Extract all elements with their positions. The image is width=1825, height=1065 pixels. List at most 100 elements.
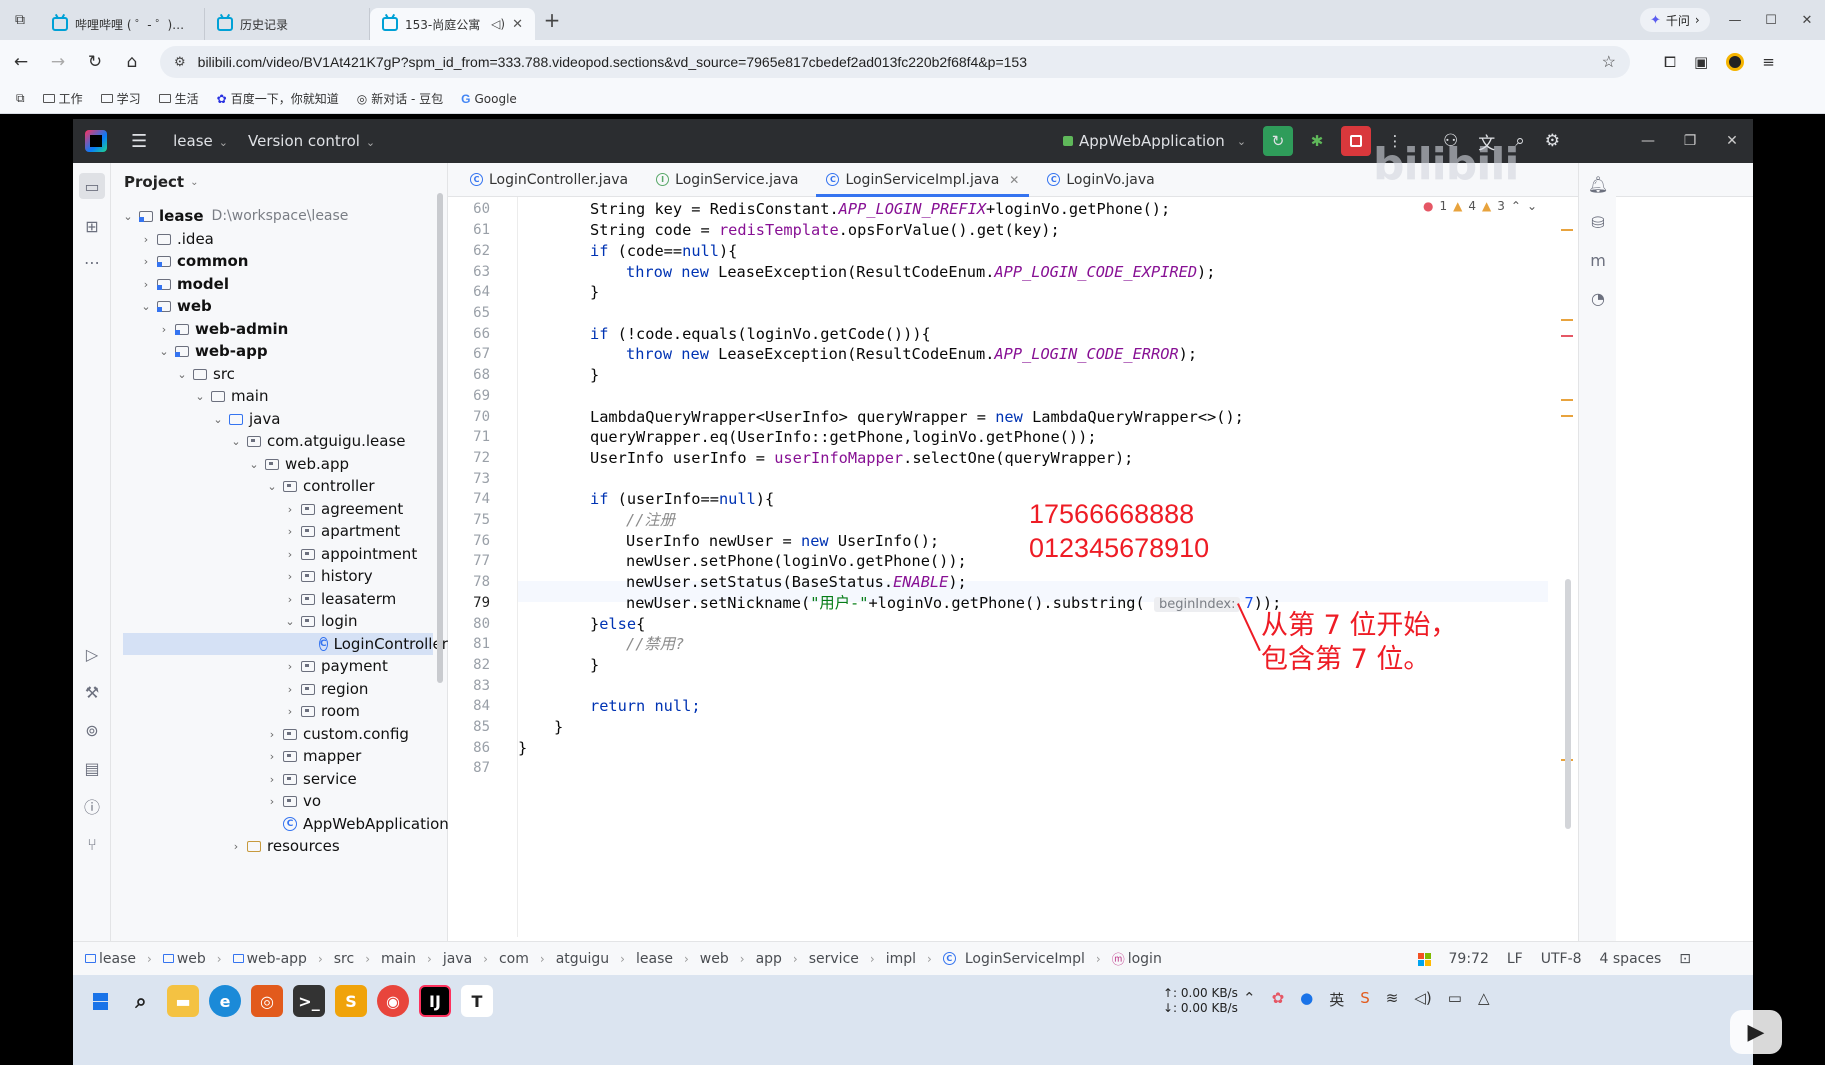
tree-item[interactable]: › leasaterm — [283, 588, 396, 610]
breadcrumb-item[interactable]: main — [381, 951, 416, 967]
settings-icon[interactable]: ⚙ — [1545, 131, 1560, 151]
breadcrumb-item[interactable]: atguigu — [556, 951, 609, 967]
file-explorer-icon[interactable]: ▬ — [167, 985, 199, 1017]
tree-item[interactable]: › room — [283, 700, 360, 722]
editor-tab-active[interactable]: C LoginServiceImpl.java ✕ — [816, 163, 1030, 197]
browser-tab[interactable]: 历史记录 — [205, 8, 370, 40]
editor-tab[interactable]: C LoginVo.java — [1037, 163, 1164, 197]
inspection-widget[interactable]: ● 1 ▲ 4 ▲ 3 ⌃ ⌄ — [1423, 199, 1537, 213]
run-icon[interactable]: ▷ — [79, 641, 105, 667]
sublime-icon[interactable]: S — [335, 985, 367, 1017]
new-tab-button[interactable]: + — [535, 8, 569, 32]
tree-item[interactable]: ⌄ java — [211, 408, 280, 430]
caret-position[interactable]: 79:72 — [1449, 951, 1489, 967]
menu-icon[interactable]: ≡ — [1762, 53, 1775, 71]
tree-item-selected[interactable]: C LoginController — [123, 633, 448, 655]
tree-item[interactable]: ⌄ com.atguigu.lease — [229, 430, 405, 452]
bell-icon[interactable]: △ — [1478, 989, 1490, 1010]
editor-tab[interactable]: I LoginService.java — [646, 163, 808, 197]
breadcrumb-item[interactable]: lease — [99, 951, 136, 967]
minimize-icon[interactable]: — — [1627, 133, 1669, 149]
intellij-icon[interactable]: IJ — [419, 985, 451, 1017]
tree-item[interactable]: › custom.config — [265, 723, 409, 745]
database-icon[interactable]: ⛁ — [1585, 209, 1611, 235]
file-encoding[interactable]: UTF-8 — [1541, 951, 1582, 967]
git-icon[interactable]: ⑂ — [79, 831, 105, 857]
breadcrumb-item[interactable]: src — [334, 951, 354, 967]
bookmark-folder[interactable]: 工作 — [42, 90, 83, 107]
editor-vertical-scrollbar[interactable] — [1565, 579, 1571, 829]
bookmark-folder[interactable]: 生活 — [158, 90, 199, 107]
tree-item[interactable]: › history — [283, 565, 373, 587]
tree-item[interactable]: ⌄ login — [283, 610, 357, 632]
breadcrumb-item[interactable]: lease — [636, 951, 673, 967]
bookmark-link[interactable]: ✿ 百度一下，你就知道 — [217, 90, 339, 107]
breadcrumb-item[interactable]: web-app — [247, 951, 307, 967]
input-method-icon[interactable]: 英 — [1329, 989, 1344, 1010]
build-icon[interactable]: ⚒ — [79, 679, 105, 705]
video-player[interactable]: ☰ lease ⌄ Version control ⌄ AppWebApplicat… — [0, 114, 1825, 1065]
run-config-selector[interactable]: AppWebApplication ⌄ — [1063, 119, 1246, 163]
tree-item[interactable]: ⌄ main — [193, 385, 268, 407]
url-field[interactable]: ⚙ bilibili.com/video/BV1At421K7gP?spm_id… — [160, 46, 1630, 78]
tree-item[interactable]: C AppWebApplication — [283, 813, 449, 835]
tree-item[interactable]: › appointment — [283, 543, 417, 565]
project-panel-header[interactable]: Project ⌄ — [111, 163, 447, 201]
back-icon[interactable]: ← — [5, 46, 37, 78]
more-tools-icon[interactable]: ⋯ — [79, 249, 105, 275]
tree-item[interactable]: ⌄ src — [175, 363, 235, 385]
forward-icon[interactable]: → — [42, 46, 74, 78]
profile-avatar[interactable] — [1726, 53, 1745, 71]
tree-item[interactable]: › apartment — [283, 520, 400, 542]
project-folder-icon[interactable]: ▭ — [79, 173, 105, 199]
microphone-icon[interactable]: ● — [1300, 989, 1313, 1010]
search-icon[interactable]: ⌕ — [125, 985, 157, 1017]
breadcrumb-item[interactable]: login — [1128, 951, 1162, 967]
breadcrumb-item[interactable]: java — [443, 951, 472, 967]
volume-icon[interactable]: ◁) — [1414, 989, 1431, 1010]
chevron-up-icon[interactable]: ⌃ — [1511, 199, 1521, 213]
tree-item[interactable]: ⌄ controller — [265, 475, 374, 497]
tree-item[interactable]: › .idea — [139, 228, 214, 250]
problems-icon[interactable]: ⓘ — [79, 793, 105, 819]
breadcrumb-item[interactable]: impl — [886, 951, 916, 967]
chevron-up-icon[interactable]: ⌃ — [1243, 989, 1256, 1010]
tree-item[interactable]: › vo — [265, 790, 321, 812]
breadcrumb-item[interactable]: web — [700, 951, 729, 967]
bookmark-manager-icon[interactable]: ⧉ — [16, 91, 25, 106]
indent-setting[interactable]: 4 spaces — [1600, 951, 1662, 967]
breadcrumb-item[interactable]: com — [499, 951, 529, 967]
close-icon[interactable]: ✕ — [1789, 0, 1825, 40]
tree-item[interactable]: ⌄ web-app — [157, 340, 267, 362]
tree-item[interactable]: › web-admin — [157, 318, 289, 340]
tree-item[interactable]: ⌄ web — [139, 295, 211, 317]
tree-item[interactable]: › resources — [229, 835, 340, 857]
browser-tab-active[interactable]: 153-尚庭公寓 ◁) ✕ — [370, 8, 535, 40]
breadcrumb-item[interactable]: LoginServiceImpl — [965, 951, 1085, 967]
chrome-icon[interactable]: ◉ — [377, 985, 409, 1017]
terminal-icon[interactable]: ▤ — [79, 755, 105, 781]
tree-item[interactable]: › agreement — [283, 498, 403, 520]
project-switcher[interactable]: lease ⌄ — [173, 132, 228, 150]
debug-icon[interactable]: ✱ — [1302, 126, 1332, 156]
close-tab-icon[interactable]: ✕ — [1009, 173, 1019, 187]
breadcrumb-item[interactable]: web — [177, 951, 206, 967]
tree-item[interactable]: › region — [283, 678, 369, 700]
chevron-down-icon[interactable]: ⌄ — [1527, 199, 1537, 213]
home-icon[interactable]: ⌂ — [116, 46, 148, 78]
warning-mark[interactable] — [1561, 319, 1573, 321]
bookmark-link[interactable]: ◎ 新对话 - 豆包 — [357, 90, 443, 107]
tree-vertical-scrollbar[interactable] — [437, 193, 443, 683]
error-mark[interactable] — [1561, 335, 1573, 337]
maximize-icon[interactable]: ☐ — [1753, 0, 1789, 40]
bookmark-star-icon[interactable]: ☆ — [1602, 52, 1616, 72]
wifi-icon[interactable]: ≋ — [1386, 989, 1399, 1010]
tree-item[interactable]: › mapper — [265, 745, 361, 767]
tree-item[interactable]: › model — [139, 273, 229, 295]
edge-icon[interactable]: e — [209, 985, 241, 1017]
lock-icon[interactable]: ⊡ — [1679, 951, 1691, 967]
warning-mark[interactable] — [1561, 399, 1573, 401]
speaker-icon[interactable]: ◁) — [491, 17, 505, 31]
line-separator[interactable]: LF — [1507, 951, 1523, 967]
vcs-menu[interactable]: Version control ⌄ — [248, 132, 375, 150]
